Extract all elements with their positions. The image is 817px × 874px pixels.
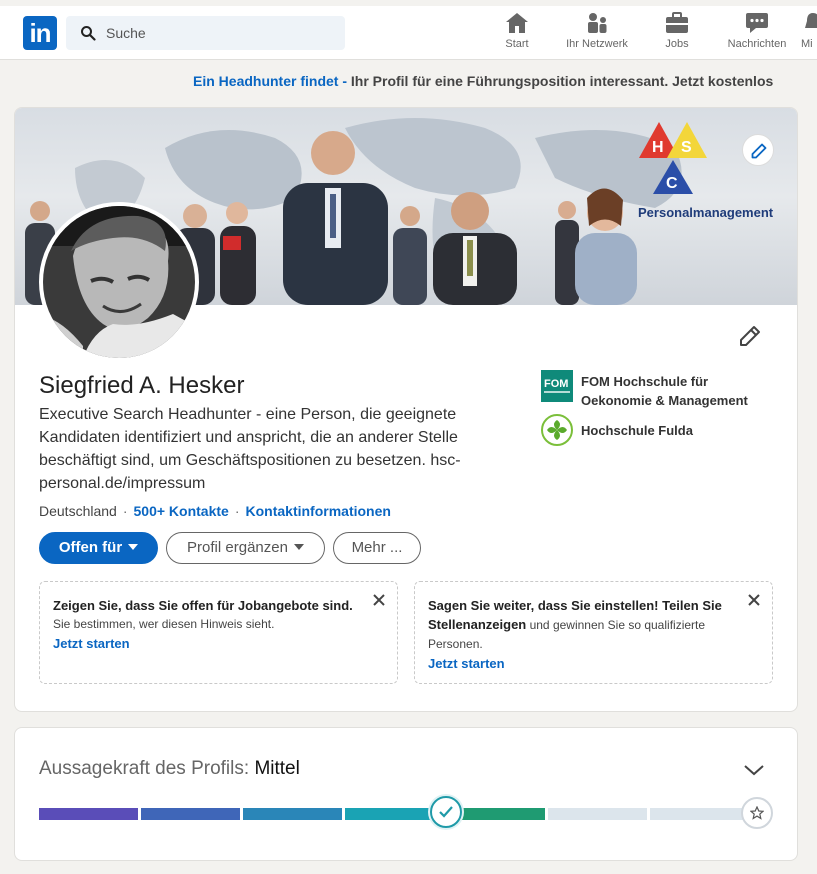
promo-text: Ihr Profil für eine Führungsposition int… [347,73,774,89]
checkmark-icon [430,796,463,828]
promo-link[interactable]: Ein Headhunter findet - [193,73,347,89]
hsc-logo-caption: Personalmanagement [638,205,774,220]
nav-item-label: Mi [801,38,813,50]
nav-item-start[interactable]: Start [501,12,533,56]
location-row: Deutschland · 500+ Kontakte · Kontaktinforma… [39,503,391,519]
network-icon [588,13,607,33]
svg-text:FOM: FOM [544,378,568,390]
strength-segment [650,808,749,820]
star-icon [741,797,773,829]
strength-segment [140,808,240,820]
strength-value: Mittel [254,758,300,779]
profile-name: Siegfried A. Hesker [39,372,245,399]
hochschule-fulda-logo [541,414,573,446]
strength-segment [548,808,648,820]
pencil-icon [751,143,767,159]
nav-item-label: Ihr Netzwerk [566,38,628,50]
nav-item-jobs[interactable]: Jobs [662,12,692,56]
close-icon[interactable] [746,592,762,608]
nav-item-label: Nachrichten [727,38,787,50]
caret-down-icon [293,544,304,551]
fom-logo: FOM [541,370,573,402]
search-input[interactable] [104,16,334,50]
strength-segment [242,808,342,820]
nav-item-messaging[interactable]: Nachrichten [724,12,790,56]
nav-item-more[interactable]: Mi [801,12,817,56]
add-profile-section-label: Profil ergänzen [187,539,288,556]
profile-photo-graphic [43,206,195,358]
strength-label-text: Aussagekraft des Profils: [39,758,255,779]
profile-strength-label: Aussagekraft des Profils: Mittel [39,758,300,780]
tip-title: Zeigen Sie, dass Sie offen für Jobangebo… [53,598,353,613]
education-name: FOM Hochschule für Oekonomie & Managemen… [581,374,748,408]
add-profile-section-button[interactable]: Profil ergänzen [166,532,325,564]
education-name: Hochschule Fulda [581,423,693,438]
notifications-icon [805,13,817,28]
location: Deutschland [39,503,117,519]
svg-text:H: H [652,139,664,156]
contact-info-link[interactable]: Kontaktinformationen [246,503,391,519]
nav-item-network[interactable]: Ihr Netzwerk [562,12,632,56]
tip-cta-link[interactable]: Jetzt starten [428,654,732,673]
open-to-button[interactable]: Offen für [39,532,158,564]
connections-link[interactable]: 500+ Kontakte [134,503,229,519]
top-navigation: in Start Ihr Netzwerk Jobs Nach [0,0,817,60]
nav-item-label: Jobs [665,38,689,50]
tip-body: Sie bestimmen, wer diesen Hinweis sieht. [53,617,275,631]
open-to-work-tip: Zeigen Sie, dass Sie offen für Jobangebo… [39,581,398,684]
strength-segment [39,808,138,820]
edit-cover-button[interactable] [742,134,774,166]
profile-photo[interactable] [39,202,199,362]
pencil-icon [740,326,760,346]
search-box[interactable] [66,16,345,50]
nav-item-label: Start [505,38,529,50]
svg-text:S: S [681,139,692,156]
search-icon [81,26,96,41]
promo-banner[interactable]: Ein Headhunter findet - Ihr Profil für e… [0,73,817,95]
home-icon [506,13,528,33]
messaging-icon [746,13,768,33]
tip-title-bold: Stellenanzeigen [428,617,527,632]
profile-headline: Executive Search Headhunter - eine Perso… [39,406,461,492]
tip-cta-link[interactable]: Jetzt starten [53,634,357,653]
caret-down-icon [128,544,139,551]
more-button[interactable]: Mehr ... [333,532,421,564]
briefcase-icon [666,12,688,33]
separator: · [122,503,128,519]
profile-card: H S C Personalmanagement Siegfried A. He… [14,107,798,712]
strength-meter [39,808,749,820]
svg-text:C: C [666,175,678,192]
open-to-label: Offen für [58,539,123,556]
close-icon[interactable] [371,592,387,608]
tip-title: Sagen Sie weiter, dass Sie einstellen! T… [428,598,722,613]
linkedin-logo[interactable]: in [23,16,57,50]
edit-intro-button[interactable] [738,324,762,348]
separator: · [234,503,240,519]
hiring-tip: Sagen Sie weiter, dass Sie einstellen! T… [414,581,773,684]
strength-segment [344,808,444,820]
profile-strength-card: Aussagekraft des Profils: Mittel [14,727,798,861]
chevron-down-icon[interactable] [742,762,766,778]
